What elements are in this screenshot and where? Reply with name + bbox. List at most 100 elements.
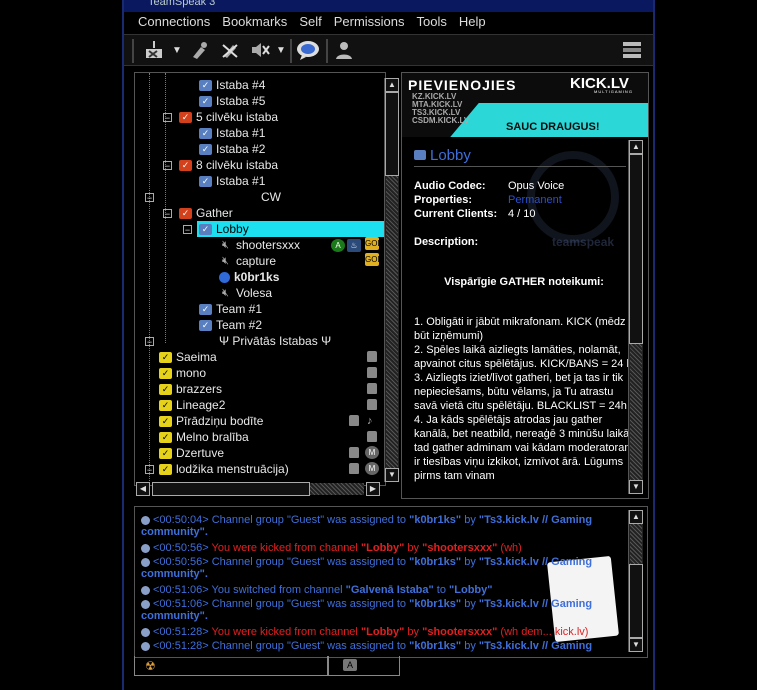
channel-mono[interactable]: ✓ mono bbox=[159, 365, 206, 381]
steam-icon: ♨ bbox=[347, 239, 361, 252]
client-self-icon bbox=[219, 272, 230, 284]
away-icon[interactable] bbox=[188, 39, 212, 63]
channel-label: Team #2 bbox=[216, 318, 263, 332]
scroll-thumb[interactable] bbox=[629, 564, 643, 638]
collapse-toggle[interactable]: − bbox=[163, 209, 172, 219]
mute-speakers-icon[interactable] bbox=[248, 39, 272, 63]
toolbar-grip bbox=[132, 39, 134, 63]
info-vertical-scrollbar[interactable]: ▲ ▼ bbox=[628, 140, 643, 494]
menu-permissions[interactable]: Permissions bbox=[328, 12, 411, 32]
disconnect-icon[interactable] bbox=[142, 39, 166, 63]
client-k0br1ks[interactable]: k0br1ks bbox=[219, 269, 279, 285]
channel-istaba-2[interactable]: ✓ Istaba #2 bbox=[199, 141, 265, 157]
channel-full-icon: ✓ bbox=[179, 160, 192, 172]
tab-server[interactable]: ☢ bbox=[134, 656, 328, 676]
channel-brazzers[interactable]: ✓ brazzers bbox=[159, 381, 222, 397]
scroll-left-icon[interactable]: ◀ bbox=[136, 482, 150, 496]
info-icon bbox=[141, 543, 150, 553]
scroll-down-icon[interactable]: ▼ bbox=[385, 468, 399, 482]
scroll-thumb[interactable] bbox=[385, 92, 399, 176]
client-shootersxxx[interactable]: 🔇︎ shootersxxx bbox=[219, 237, 300, 253]
collapse-toggle[interactable]: − bbox=[183, 225, 192, 235]
collapse-toggle[interactable]: − bbox=[145, 465, 154, 475]
disconnect-dropdown-icon[interactable]: ▼ bbox=[172, 41, 182, 61]
kick-lv-banner[interactable]: PIEVIENOJIES KICK.LV MULTIGAMING KZ.KICK… bbox=[402, 73, 648, 137]
rule-2: 2. Spēles laikā aizliegts lamāties, nola… bbox=[414, 344, 633, 370]
channel-full-icon: ✓ bbox=[179, 112, 192, 124]
collapse-toggle[interactable]: − bbox=[145, 193, 154, 203]
channel-lineage2[interactable]: ✓ Lineage2 bbox=[159, 397, 225, 413]
chat-bubble-icon[interactable] bbox=[296, 39, 320, 63]
spacer-privatas-istabas[interactable]: Ψ Privātās Istabas Ψ bbox=[219, 333, 331, 349]
channel-saeima[interactable]: ✓ Saeima bbox=[159, 349, 217, 365]
channel-istaba-4[interactable]: ✓ Istaba #4 bbox=[199, 77, 265, 93]
collapse-toggle[interactable]: − bbox=[163, 161, 172, 171]
layout-toggle-icon[interactable] bbox=[620, 39, 644, 63]
properties-value: Permanent bbox=[508, 194, 562, 206]
collapse-toggle[interactable]: − bbox=[163, 113, 172, 123]
channel-info-title: Lobby bbox=[414, 147, 471, 164]
scroll-track[interactable] bbox=[630, 524, 642, 564]
banner-server-list: KZ.KICK.LV MTA.KICK.LV TS3.KICK.LV CSDM.… bbox=[412, 93, 469, 125]
rule-3: 3. Aizliegts iziet/līvot gatheri, bet ja… bbox=[414, 372, 627, 412]
lock-icon bbox=[367, 383, 377, 394]
tab-channel[interactable]: A bbox=[328, 656, 400, 676]
channel-icon: ✓ bbox=[199, 144, 212, 156]
log-vertical-scrollbar[interactable]: ▲ ▼ bbox=[628, 510, 643, 652]
scroll-right-icon[interactable]: ▶ bbox=[366, 482, 380, 496]
microphone-muted-icon: 🔇︎ bbox=[222, 239, 229, 252]
menu-tools[interactable]: Tools bbox=[411, 12, 453, 32]
info-icon bbox=[141, 585, 150, 595]
scroll-up-icon[interactable]: ▲ bbox=[629, 510, 643, 524]
moderated-badge-icon: M bbox=[365, 462, 379, 475]
channel-team-2[interactable]: ✓ Team #2 bbox=[199, 317, 262, 333]
collapse-toggle[interactable]: − bbox=[145, 337, 154, 347]
menu-self[interactable]: Self bbox=[293, 12, 327, 32]
horizontal-scroll-track[interactable] bbox=[310, 483, 364, 495]
spacer-cw[interactable]: CW bbox=[261, 189, 281, 205]
client-volesa[interactable]: 🔇︎ Volesa bbox=[219, 285, 272, 301]
channel-8-cilveku-istaba[interactable]: ✓ 8 cilvēku istaba bbox=[179, 157, 278, 173]
channel-dzertuve[interactable]: ✓ Dzertuve bbox=[159, 445, 224, 461]
lock-icon bbox=[349, 415, 359, 426]
channel-istaba-1-b[interactable]: ✓ Istaba #1 bbox=[199, 173, 265, 189]
channel-label: 5 cilvēku istaba bbox=[196, 110, 279, 124]
channel-melno-braliba[interactable]: ✓ Melno bralība bbox=[159, 429, 249, 445]
channel-team-1[interactable]: ✓ Team #1 bbox=[199, 301, 262, 317]
contacts-icon[interactable] bbox=[332, 39, 356, 63]
channel-5-cilveku-istaba[interactable]: ✓ 5 cilvēku istaba bbox=[179, 109, 278, 125]
channel-icon: ✓ bbox=[199, 128, 212, 140]
scroll-track[interactable] bbox=[630, 344, 642, 480]
scroll-track[interactable] bbox=[386, 176, 398, 468]
channel-label: Dzertuve bbox=[176, 446, 225, 460]
scroll-down-icon[interactable]: ▼ bbox=[629, 638, 643, 652]
channel-tree[interactable]: ✓ Istaba #4 ✓ Istaba #5 − ✓ 5 cilvēku istab… bbox=[134, 72, 386, 486]
channel-label: Istaba #4 bbox=[216, 78, 266, 92]
channel-istaba-5[interactable]: ✓ Istaba #5 bbox=[199, 93, 265, 109]
channel-lodzika-menstruacija[interactable]: ✓ lodžika menstruācija) bbox=[159, 461, 289, 477]
scroll-up-icon[interactable]: ▲ bbox=[385, 78, 399, 92]
menu-help[interactable]: Help bbox=[453, 12, 492, 32]
log-entry: <00:50:56> Channel group "Guest" was ass… bbox=[141, 555, 592, 569]
scroll-thumb[interactable] bbox=[629, 154, 643, 344]
channel-gather[interactable]: ✓ Gather bbox=[179, 205, 233, 221]
menu-connections[interactable]: Connections bbox=[132, 12, 216, 32]
channel-label: Saeima bbox=[176, 350, 217, 364]
mute-microphone-icon[interactable] bbox=[218, 39, 242, 63]
channel-lobby-selected[interactable]: ✓ Lobby bbox=[197, 221, 385, 237]
speakers-dropdown-icon[interactable]: ▼ bbox=[276, 41, 286, 61]
tree-horizontal-scrollbar[interactable]: ◀ ▶ bbox=[134, 482, 382, 496]
channel-password-icon: ✓ bbox=[159, 368, 172, 380]
channel-piradzinu-bodite[interactable]: ✓ Pīrādziņu bodīte bbox=[159, 413, 263, 429]
tree-vertical-scrollbar[interactable]: ▲ ▼ bbox=[384, 78, 399, 482]
menu-bookmarks[interactable]: Bookmarks bbox=[216, 12, 293, 32]
scroll-up-icon[interactable]: ▲ bbox=[629, 140, 643, 154]
spacer-label: CW bbox=[261, 190, 281, 204]
channel-password-icon: ✓ bbox=[159, 384, 172, 396]
scroll-down-icon[interactable]: ▼ bbox=[629, 480, 643, 494]
client-capture[interactable]: 🔇︎ capture bbox=[219, 253, 276, 269]
channel-istaba-1[interactable]: ✓ Istaba #1 bbox=[199, 125, 265, 141]
chat-log[interactable]: <00:50:04> Channel group "Guest" was ass… bbox=[134, 506, 648, 658]
channel-icon: ✓ bbox=[199, 304, 212, 316]
horizontal-scroll-thumb[interactable] bbox=[152, 482, 310, 496]
